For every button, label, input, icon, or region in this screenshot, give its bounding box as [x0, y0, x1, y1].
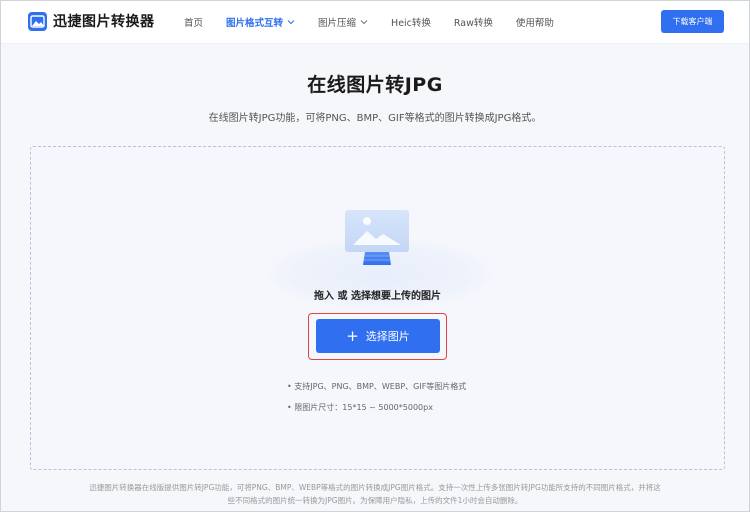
footer-line: 迅捷图片转换器在线版提供图片转JPG功能，可将PNG、BMP、WEBP等格式的图…	[89, 483, 661, 492]
nav-item-label: 图片压缩	[318, 18, 357, 29]
chevron-down-icon	[287, 20, 295, 25]
download-client-button[interactable]: 下载客户端	[661, 10, 724, 33]
page-subtitle: 在线图片转JPG功能，可将PNG、BMP、GIF等格式的图片转换成JPG格式。	[208, 113, 542, 124]
footer-line: 些不同格式的图片统一转换为JPG图片。为保障用户隐私，上传的文件1小时会自动删除…	[227, 496, 523, 505]
chevron-down-icon	[360, 20, 368, 25]
nav-item-label: Heic转换	[391, 18, 431, 29]
logo-icon	[28, 11, 47, 31]
nav-item-home[interactable]: 首页	[184, 15, 203, 29]
nav-item-label: Raw转换	[453, 18, 493, 29]
upload-dropzone[interactable]: 拖入 或 选择想要上传的图片 + 选择图片 • 支持JPG、PNG、BMP、WE…	[30, 146, 725, 470]
logo[interactable]: 迅捷图片转换器	[28, 11, 155, 31]
footer-description: 迅捷图片转换器在线版提供图片转JPG功能，可将PNG、BMP、WEBP等格式的图…	[60, 481, 690, 507]
nav-item-help[interactable]: 使用帮助	[516, 15, 554, 29]
image-upload-illustration	[345, 210, 409, 265]
select-image-label: 选择图片	[365, 330, 410, 343]
format-support-note: • 支持JPG、PNG、BMP、WEBP、GIF等图片格式	[287, 382, 467, 391]
size-limit-note: • 限图片尺寸：15*15 ~ 5000*5000px	[287, 403, 433, 412]
nav-item-compress[interactable]: 图片压缩	[318, 15, 368, 29]
nav-item-heic[interactable]: Heic转换	[391, 15, 431, 29]
page-title: 在线图片转JPG	[307, 74, 443, 96]
plus-icon: +	[346, 326, 359, 345]
select-image-button[interactable]: + 选择图片	[316, 319, 440, 353]
nav-item-label: 使用帮助	[515, 18, 554, 29]
nav-item-label: 首页	[184, 18, 204, 29]
main-nav: 首页 图片格式互转 图片压缩 Heic转换 Raw转换 使用帮助	[184, 0, 577, 44]
top-header: 迅捷图片转换器 首页 图片格式互转 图片压缩 Heic转换 Raw转换 使用帮助…	[0, 0, 750, 44]
nav-item-raw[interactable]: Raw转换	[454, 15, 493, 29]
nav-item-label: 图片格式互转	[226, 18, 284, 29]
logo-text: 迅捷图片转换器	[53, 14, 155, 30]
nav-item-format-convert[interactable]: 图片格式互转	[226, 15, 295, 29]
drop-hint: 拖入 或 选择想要上传的图片	[314, 291, 441, 302]
